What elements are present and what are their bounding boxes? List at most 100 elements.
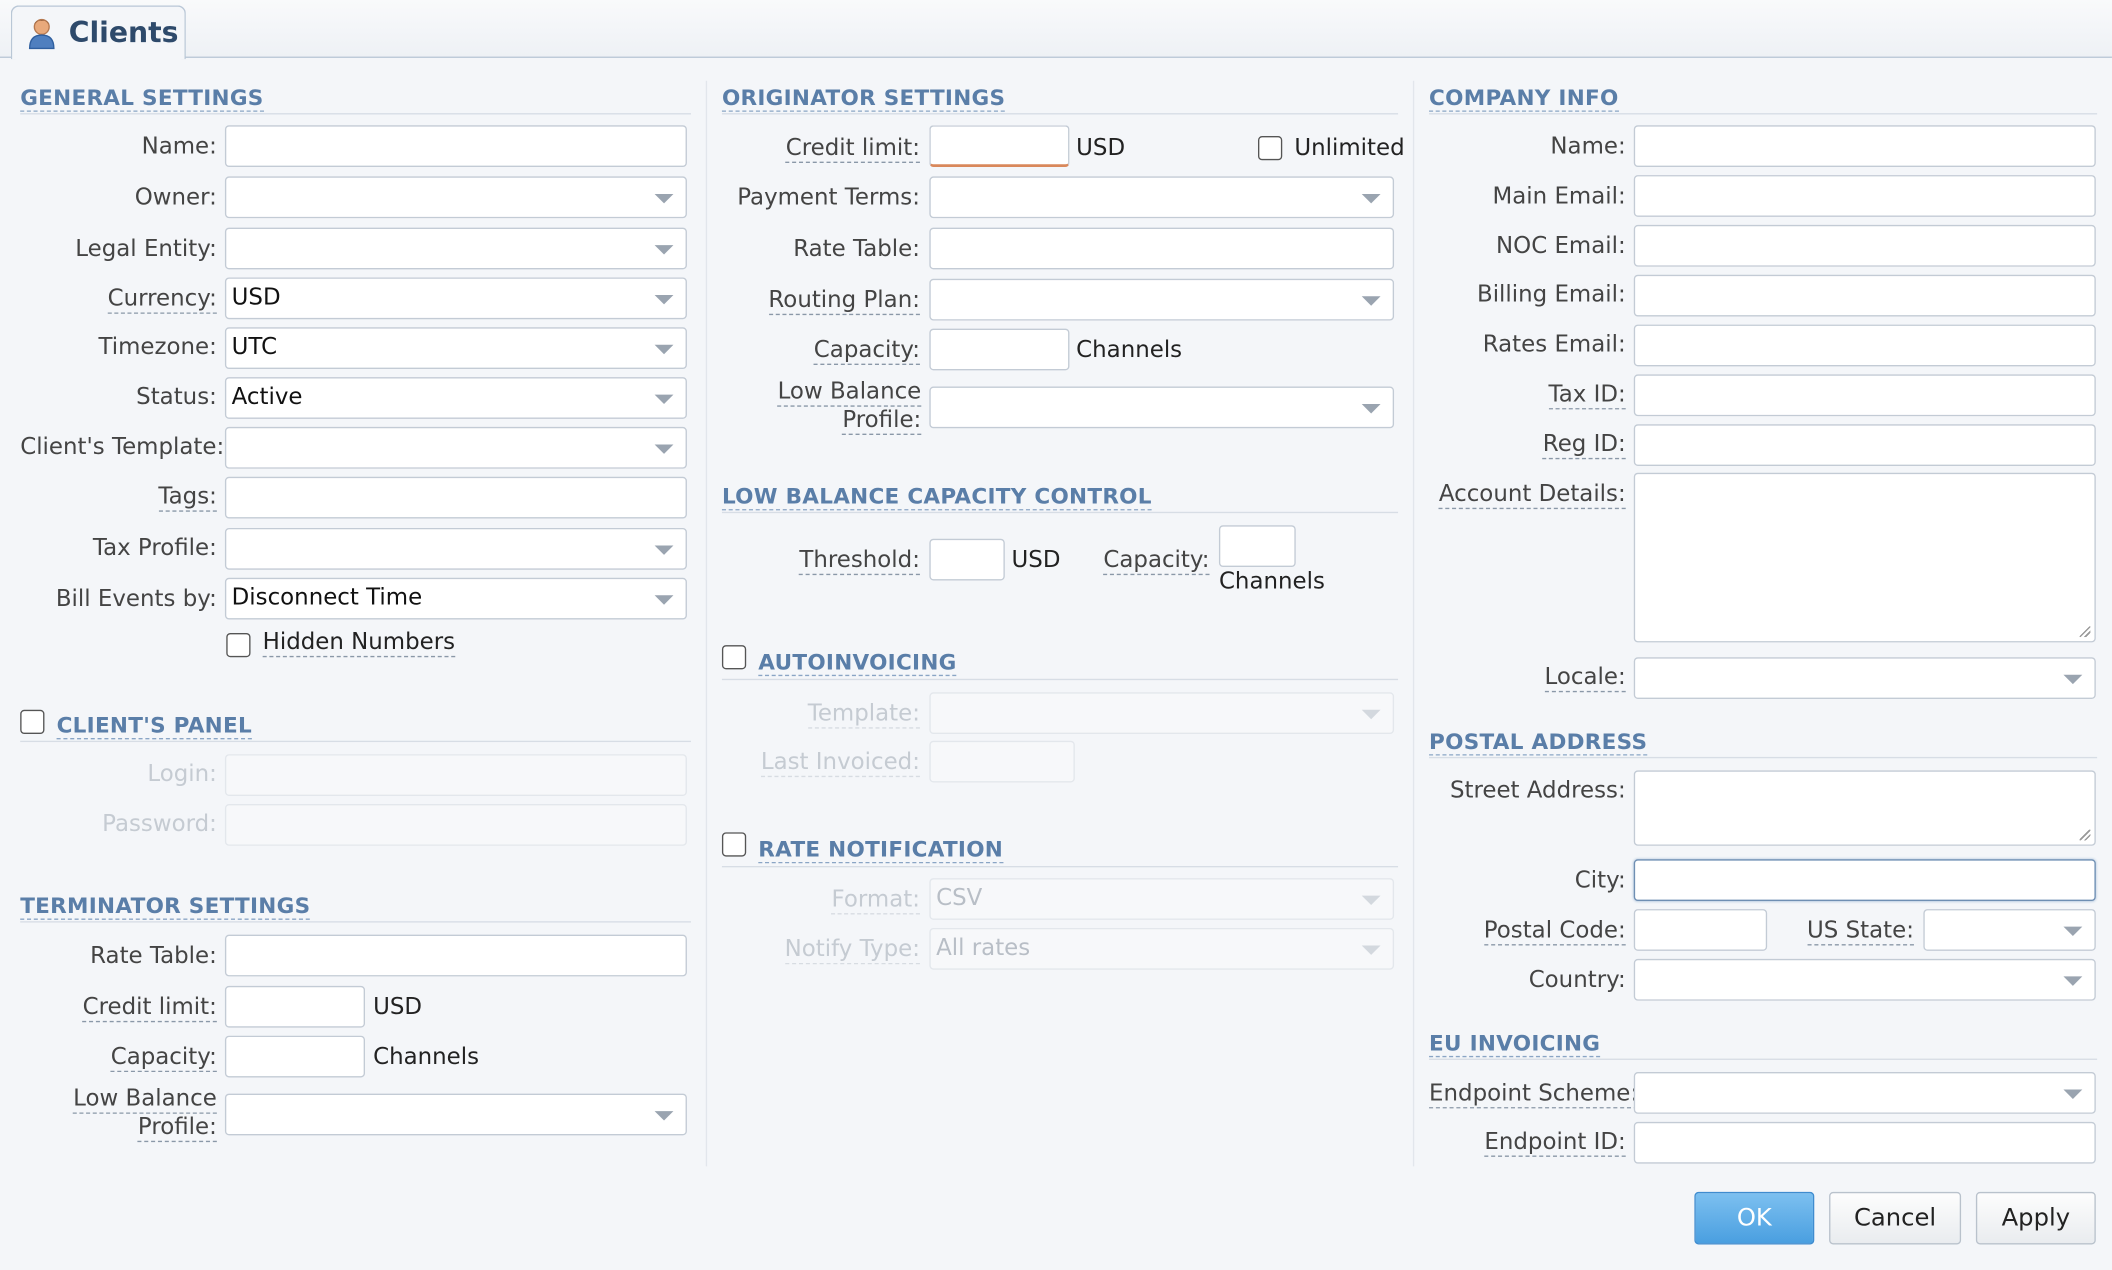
tab-clients[interactable]: Clients	[10, 5, 186, 60]
tags-label: Tags:	[158, 483, 217, 512]
postal-code-label: Postal Code:	[1483, 917, 1626, 946]
lowcap-capacity-unit: Channels	[1218, 568, 1325, 596]
password-label: Password:	[102, 810, 217, 838]
term-rate-table-input[interactable]	[224, 934, 687, 977]
legal-entity-label: Legal Entity:	[75, 235, 217, 263]
term-capacity-label: Capacity:	[110, 1043, 217, 1073]
user-icon	[28, 18, 55, 50]
section-divider	[20, 740, 691, 743]
autoinv-template-label: Template:	[807, 700, 920, 729]
street-address-textarea[interactable]	[1633, 770, 2096, 846]
orig-credit-unit: USD	[1076, 134, 1126, 162]
main-email-input[interactable]	[1633, 175, 2096, 217]
login-input[interactable]	[224, 754, 687, 796]
reg-id-input[interactable]	[1633, 424, 2096, 466]
clients-panel-title: CLIENT'S PANEL	[56, 712, 252, 740]
endpoint-scheme-select[interactable]	[1633, 1072, 2096, 1114]
tax-id-input[interactable]	[1633, 374, 2096, 417]
orig-low-balance-label: Low Balance Profile:	[777, 378, 922, 436]
payment-terms-label: Payment Terms:	[737, 184, 920, 212]
tax-id-label: Tax ID:	[1548, 381, 1626, 410]
city-input[interactable]	[1633, 859, 2096, 902]
postal-code-input[interactable]	[1633, 909, 1768, 951]
orig-credit-limit-label: Credit limit:	[785, 134, 920, 163]
company-name-label: Name:	[1550, 133, 1626, 161]
last-invoiced-input[interactable]	[929, 740, 1075, 783]
currency-label: Currency:	[107, 285, 217, 314]
clients-panel-checkbox[interactable]	[20, 709, 45, 735]
client-template-label: Client's Template:	[20, 433, 225, 461]
term-credit-limit-input[interactable]	[224, 985, 366, 1028]
orig-credit-limit-input[interactable]	[929, 125, 1070, 168]
section-divider	[721, 511, 1399, 514]
company-name-input[interactable]	[1633, 125, 2096, 168]
orig-capacity-input[interactable]	[929, 328, 1070, 371]
country-select[interactable]	[1633, 958, 2096, 1001]
legal-entity-select[interactable]	[224, 227, 687, 270]
term-low-balance-label: Low Balance Profile:	[73, 1085, 217, 1143]
cancel-button[interactable]: Cancel	[1829, 1191, 1962, 1245]
format-select[interactable]: CSV	[929, 878, 1395, 920]
orig-low-balance-select[interactable]	[929, 386, 1395, 429]
locale-select[interactable]	[1633, 657, 2096, 699]
orig-capacity-unit: Channels	[1076, 336, 1183, 364]
column-divider	[1412, 80, 1415, 1167]
rates-email-input[interactable]	[1633, 324, 2096, 367]
rates-email-label: Rates Email:	[1482, 331, 1626, 359]
column-divider	[705, 80, 708, 1167]
apply-button[interactable]: Apply	[1975, 1191, 2096, 1245]
notify-type-select[interactable]: All rates	[929, 927, 1395, 970]
unlimited-checkbox[interactable]	[1258, 136, 1283, 161]
bill-events-select[interactable]: Disconnect Time	[224, 577, 687, 620]
last-invoiced-label: Last Invoiced:	[760, 748, 920, 778]
autoinv-template-select[interactable]	[929, 692, 1395, 735]
term-capacity-unit: Channels	[373, 1043, 480, 1071]
city-label: City:	[1574, 867, 1626, 895]
section-divider	[20, 113, 691, 115]
routing-plan-select[interactable]	[929, 278, 1395, 321]
login-label: Login:	[147, 760, 217, 788]
lowcap-capacity-input[interactable]	[1218, 525, 1296, 568]
general-settings-title: GENERAL SETTINGS	[20, 84, 264, 112]
section-divider	[721, 865, 1399, 868]
endpoint-id-input[interactable]	[1633, 1121, 2096, 1164]
owner-select[interactable]	[224, 176, 687, 219]
main-email-label: Main Email:	[1492, 183, 1626, 211]
status-select[interactable]: Active	[224, 377, 687, 419]
terminator-settings-title: TERMINATOR SETTINGS	[20, 892, 311, 920]
endpoint-scheme-label: Endpoint Scheme:	[1429, 1080, 1639, 1109]
orig-rate-table-label: Rate Table:	[793, 235, 920, 263]
orig-rate-table-input[interactable]	[929, 227, 1395, 270]
payment-terms-select[interactable]	[929, 176, 1395, 219]
password-input[interactable]	[224, 804, 687, 846]
currency-select[interactable]: USD	[224, 277, 687, 320]
name-input[interactable]	[224, 125, 687, 168]
term-capacity-input[interactable]	[224, 1035, 366, 1078]
ok-button[interactable]: OK	[1694, 1191, 1815, 1245]
billing-email-label: Billing Email:	[1476, 281, 1626, 309]
rate-notification-checkbox[interactable]	[721, 832, 747, 857]
term-credit-unit: USD	[373, 993, 423, 1021]
status-label: Status:	[136, 383, 217, 411]
account-details-textarea[interactable]	[1633, 472, 2096, 643]
noc-email-input[interactable]	[1633, 224, 2096, 267]
us-state-label: US State:	[1807, 917, 1914, 946]
autoinvoicing-title: AUTOINVOICING	[758, 649, 957, 677]
tax-profile-select[interactable]	[224, 527, 687, 570]
us-state-select[interactable]	[1923, 909, 2096, 951]
autoinvoicing-checkbox[interactable]	[721, 645, 747, 670]
orig-capacity-label: Capacity:	[813, 336, 920, 365]
term-rate-table-label: Rate Table:	[90, 942, 217, 970]
originator-settings-title: ORIGINATOR SETTINGS	[721, 84, 1006, 112]
rate-notification-title: RATE NOTIFICATION	[758, 836, 1004, 864]
billing-email-input[interactable]	[1633, 274, 2096, 317]
timezone-select[interactable]: UTC	[224, 327, 687, 370]
hidden-numbers-checkbox[interactable]	[226, 632, 251, 658]
section-divider	[721, 678, 1399, 681]
country-label: Country:	[1528, 967, 1626, 994]
term-low-balance-select[interactable]	[224, 1093, 687, 1136]
threshold-input[interactable]	[929, 538, 1005, 581]
tags-input[interactable]	[224, 476, 687, 519]
eu-invoicing-title: EU INVOICING	[1429, 1030, 1601, 1058]
client-template-select[interactable]	[224, 426, 687, 469]
